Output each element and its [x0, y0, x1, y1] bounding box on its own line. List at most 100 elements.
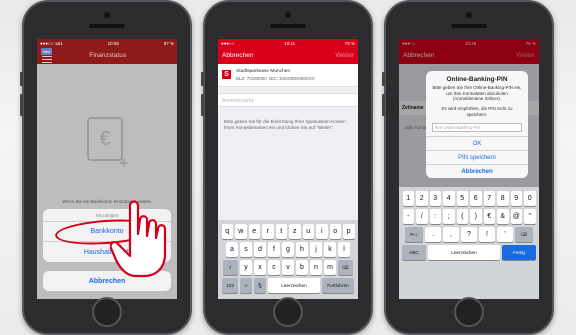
mic-key[interactable]: 🎙 — [254, 278, 266, 293]
abc-key[interactable]: ABC — [402, 245, 426, 260]
key-0[interactable]: q — [221, 224, 233, 239]
key-2[interactable]: ? — [461, 227, 477, 242]
pin-input[interactable]: Ihre Online-Banking-PIN — [432, 123, 522, 133]
home-button[interactable] — [92, 297, 122, 327]
shift-icon[interactable]: ⇧ — [223, 260, 238, 275]
key-2[interactable]: : — [429, 209, 441, 224]
key-1[interactable]: w — [235, 224, 247, 239]
dialog-title: Online-Banking-PIN — [446, 76, 508, 83]
home-button[interactable] — [454, 297, 484, 327]
done-key[interactable]: Fertig — [502, 245, 536, 260]
key-0[interactable]: - — [402, 209, 414, 224]
key-5[interactable]: n — [310, 260, 322, 275]
key-7[interactable]: & — [497, 209, 509, 224]
time: 10:11 — [284, 40, 296, 46]
key-1[interactable]: s — [240, 242, 252, 257]
username-field[interactable]: Anmeldename — [218, 92, 358, 107]
camera — [104, 12, 110, 18]
speaker — [451, 24, 487, 28]
ok-button[interactable]: OK — [426, 136, 528, 150]
bank-bic: BIC: SSKMDEMMXXX — [269, 75, 315, 81]
bank-name: Stadtsparkasse München — [236, 69, 291, 74]
nav-bar: Abbrechen Weiter — [218, 47, 358, 64]
numbers-key[interactable]: 123 — [222, 278, 238, 293]
key-1[interactable]: x — [254, 260, 266, 275]
symbols-key[interactable]: #+= — [405, 227, 423, 242]
key-6[interactable]: u — [302, 224, 314, 239]
key-9[interactable]: 0 — [524, 191, 536, 206]
phone-1: ●●●○○ 1&1 10:05 87 % Neu Finanzstatus € … — [20, 0, 192, 335]
dialog-cancel-button[interactable]: Abbrechen — [426, 164, 528, 178]
key-7[interactable]: i — [316, 224, 328, 239]
key-3[interactable]: r — [262, 224, 274, 239]
camera — [466, 12, 472, 18]
space-key[interactable]: Leerzeichen — [268, 278, 320, 293]
key-4[interactable]: t — [275, 224, 287, 239]
key-2[interactable]: e — [248, 224, 260, 239]
menu-icon[interactable] — [41, 55, 52, 64]
key-2[interactable]: c — [268, 260, 280, 275]
camera — [285, 12, 291, 18]
key-1[interactable]: / — [416, 209, 428, 224]
key-6[interactable]: 7 — [483, 191, 495, 206]
nav-bar: Neu Finanzstatus — [37, 47, 177, 64]
dialog-message: Bitte geben Sie Ihre Online-Banking-PIN … — [432, 85, 522, 102]
dialog-recommendation: Es wird empfohlen, die PIN nicht zu spei… — [441, 105, 513, 117]
key-4[interactable]: g — [282, 242, 294, 257]
sparkasse-logo: S — [222, 70, 231, 80]
key-2[interactable]: 3 — [429, 191, 441, 206]
bank-blz: BLZ: 70150000 — [236, 75, 267, 81]
key-3[interactable]: v — [282, 260, 294, 275]
emoji-key[interactable]: ☺ — [240, 278, 252, 293]
key-8[interactable]: l — [338, 242, 350, 257]
key-6[interactable]: j — [310, 242, 322, 257]
key-3[interactable]: 4 — [443, 191, 455, 206]
screen-pin: ●●●○○ 10:28 75 % Abbrechen Weiter Zeilna… — [399, 39, 539, 299]
backspace-icon[interactable]: ⌫ — [338, 260, 353, 275]
save-pin-button[interactable]: PIN speichern — [426, 150, 528, 164]
keyboard: qwertzuiop asdfghjkl ⇧ y x c v b n m ⌫ 123 ☺ 🎙 L… — [218, 220, 358, 299]
carrier: ●●●○○ 1&1 — [40, 40, 63, 46]
screen-anmeldename: ●●●○○ 10:11 79 % Abbrechen Weiter S Stad… — [218, 39, 358, 299]
key-5[interactable]: 6 — [470, 191, 482, 206]
key-4[interactable]: b — [296, 260, 308, 275]
key-5[interactable]: ) — [470, 209, 482, 224]
carrier: ●●●○○ — [221, 40, 235, 46]
key-7[interactable]: k — [324, 242, 336, 257]
key-3[interactable]: f — [268, 242, 280, 257]
space-key[interactable]: Leerzeichen — [428, 245, 500, 260]
new-badge: Neu — [41, 47, 53, 55]
key-5[interactable]: z — [289, 224, 301, 239]
cancel-button[interactable]: Abbrechen — [222, 52, 253, 59]
key-0[interactable]: y — [240, 260, 252, 275]
key-6[interactable]: € — [483, 209, 495, 224]
continue-key[interactable]: Fortfahren — [322, 278, 354, 293]
key-0[interactable]: . — [425, 227, 441, 242]
key-3[interactable]: ! — [479, 227, 495, 242]
key-4[interactable]: ( — [456, 209, 468, 224]
plus-icon: + — [119, 155, 129, 172]
key-8[interactable]: @ — [510, 209, 522, 224]
key-0[interactable]: 1 — [402, 191, 414, 206]
keyboard: 1234567890 - /:;() € & @ " #+= .,?! ' ⌫ ABC Le… — [399, 187, 539, 299]
next-button[interactable]: Weiter — [335, 52, 354, 59]
key-5[interactable]: h — [296, 242, 308, 257]
key-3[interactable]: ; — [443, 209, 455, 224]
key-4[interactable]: ' — [497, 227, 513, 242]
key-0[interactable]: a — [226, 242, 238, 257]
key-4[interactable]: 5 — [456, 191, 468, 206]
key-1[interactable]: , — [443, 227, 459, 242]
key-2[interactable]: d — [254, 242, 266, 257]
key-9[interactable]: p — [343, 224, 355, 239]
time: 10:05 — [107, 40, 119, 46]
home-button[interactable] — [273, 297, 303, 327]
status-bar: ●●●○○ 10:11 79 % — [218, 39, 358, 47]
key-6[interactable]: m — [324, 260, 336, 275]
battery: 87 % — [163, 40, 174, 46]
key-8[interactable]: o — [329, 224, 341, 239]
key-7[interactable]: 8 — [497, 191, 509, 206]
key-8[interactable]: 9 — [510, 191, 522, 206]
key-1[interactable]: 2 — [416, 191, 428, 206]
backspace-icon[interactable]: ⌫ — [515, 227, 533, 242]
key-9[interactable]: " — [524, 209, 536, 224]
